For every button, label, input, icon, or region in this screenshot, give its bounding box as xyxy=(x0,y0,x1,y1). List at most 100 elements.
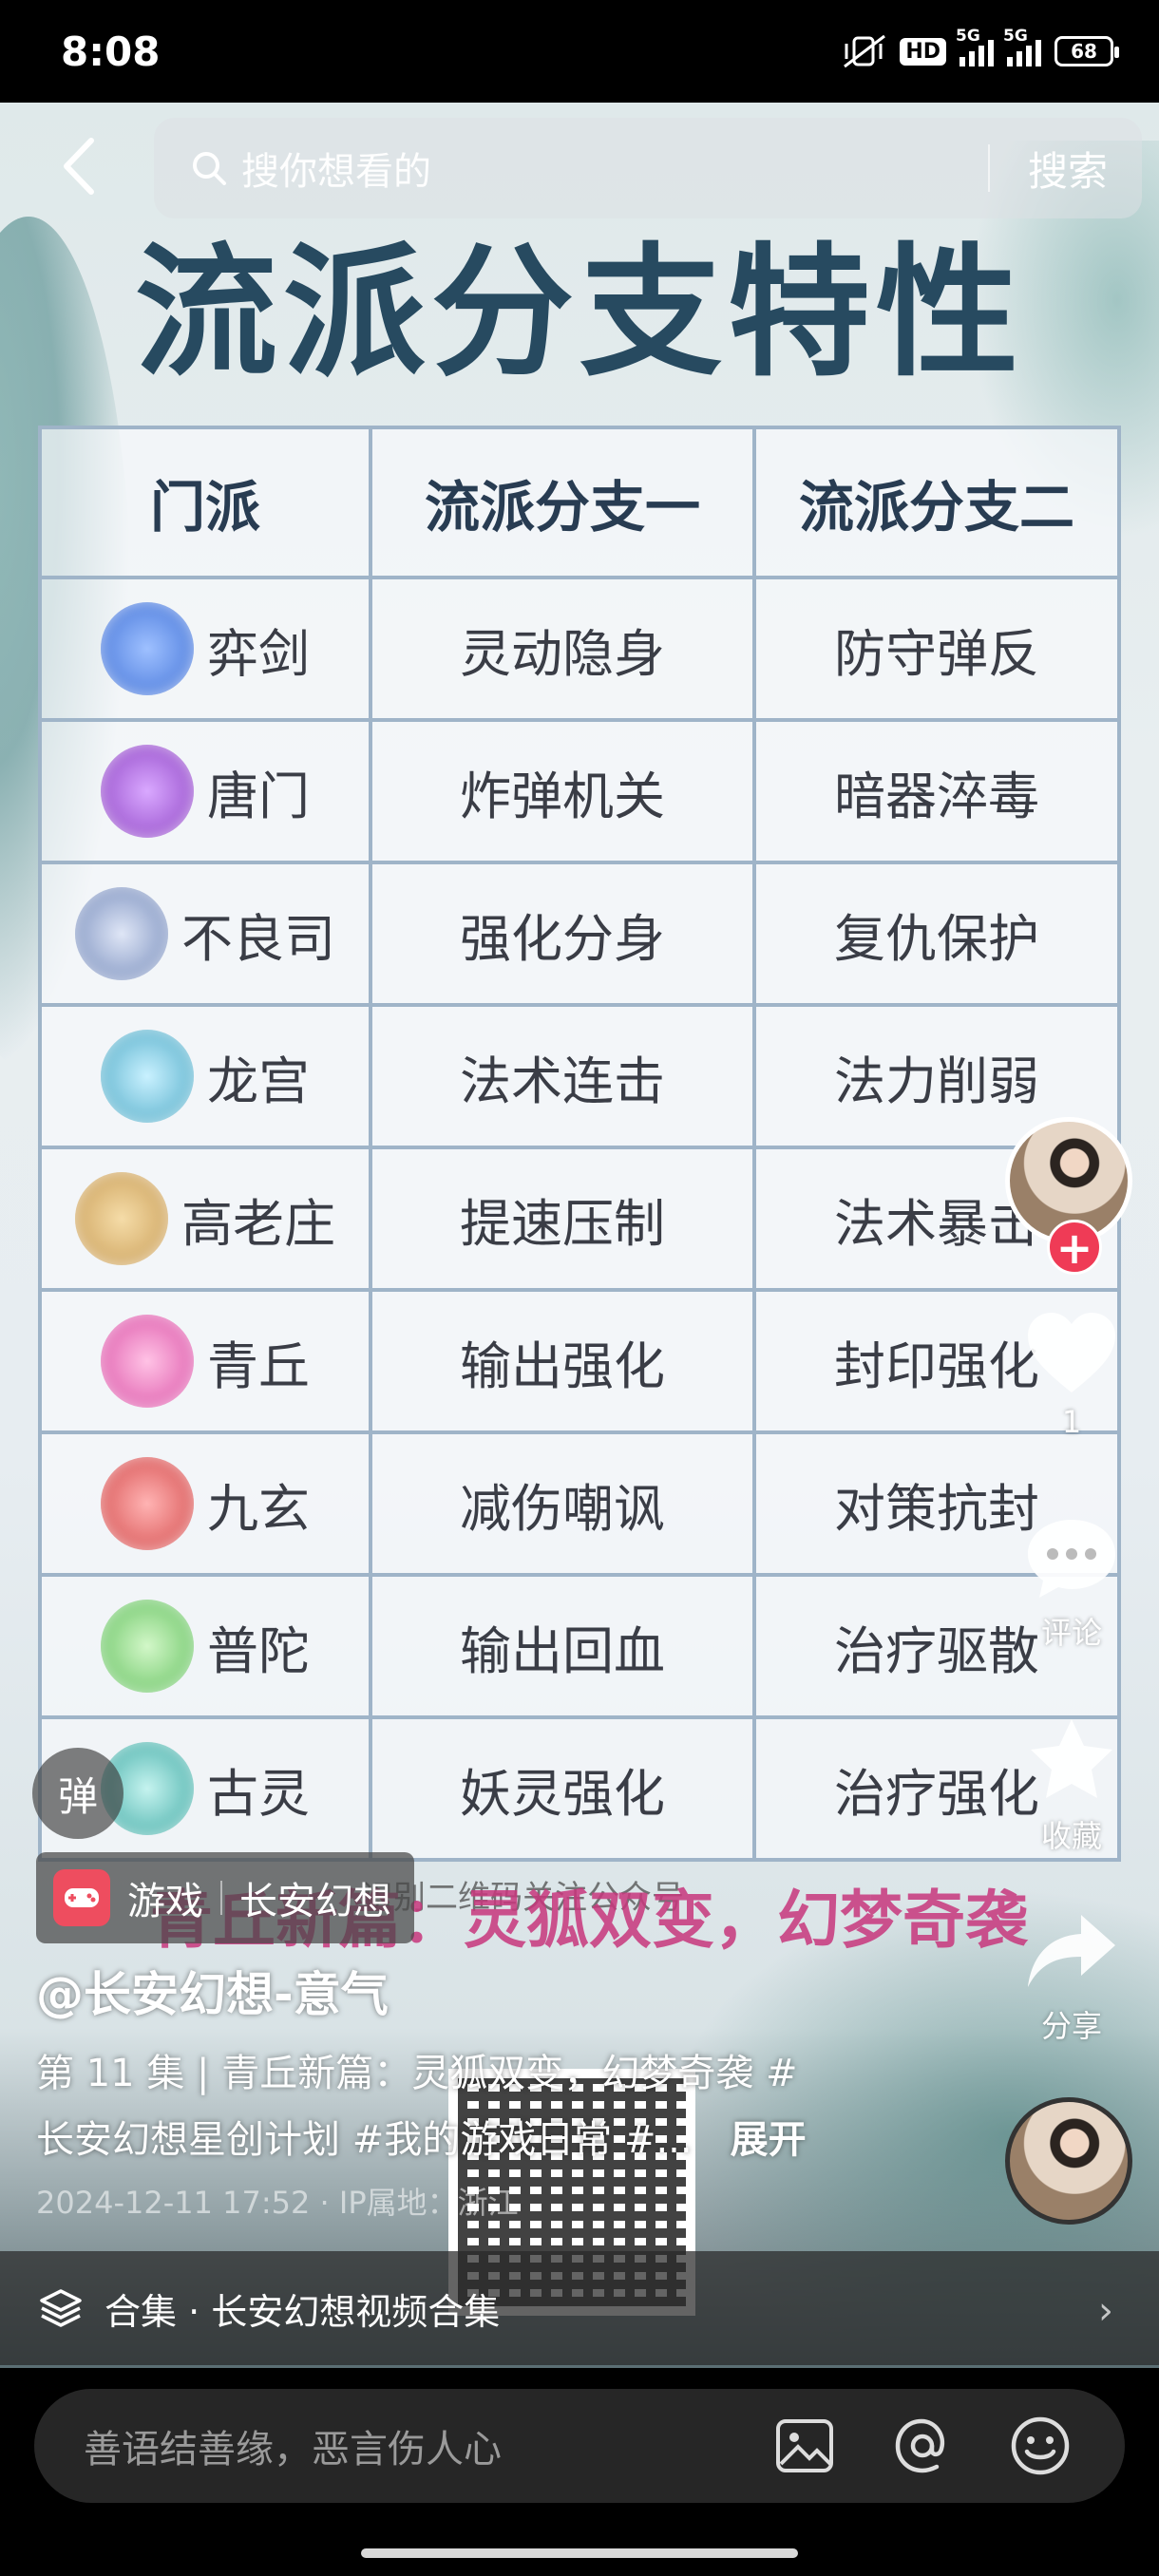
branch1-cell: 减伤嘲讽 xyxy=(369,1430,756,1577)
heart-icon xyxy=(1028,1313,1115,1392)
header-branch2: 流派分支二 xyxy=(752,426,1121,579)
table-row: 弈剑 灵动隐身 防守弹反 xyxy=(38,576,1121,722)
status-icons: HD 5G 5G 68 xyxy=(843,27,1119,68)
description-line-1: 第 11 集 | 青丘新篇：灵狐双变，幻梦奇袭 # xyxy=(36,2052,798,2095)
smiley-icon xyxy=(1011,2416,1070,2475)
expand-button[interactable]: 展开 xyxy=(731,2118,807,2162)
share-button[interactable]: 分享 xyxy=(1005,1909,1138,2046)
danmu-toggle-button[interactable]: 弹 xyxy=(32,1748,124,1839)
header-branch1: 流派分支一 xyxy=(369,426,756,579)
sect-emblem-icon xyxy=(101,1315,194,1408)
search-input[interactable]: 搜你想看的 xyxy=(241,141,988,196)
emoji-button[interactable] xyxy=(1007,2413,1074,2479)
table-row: 唐门 炸弹机关 暗器淬毒 xyxy=(38,718,1121,864)
mention-button[interactable] xyxy=(889,2413,956,2479)
sect-name: 唐门 xyxy=(207,766,310,826)
sect-emblem-icon xyxy=(101,745,194,838)
sect-emblem-icon xyxy=(101,1600,194,1693)
share-label: 分享 xyxy=(1040,2008,1102,2044)
table-row: 高老庄 提速压制 法术暴击 xyxy=(38,1146,1121,1292)
collection-label: 合集 · 长安幻想视频合集 xyxy=(104,2290,501,2333)
image-icon xyxy=(776,2419,833,2472)
home-indicator[interactable] xyxy=(361,2548,798,2558)
table-row: 龙宫 法术连击 法力削弱 xyxy=(38,1003,1121,1149)
favorite-button[interactable]: 收藏 xyxy=(1005,1715,1138,1856)
branch1-cell: 提速压制 xyxy=(369,1146,756,1292)
music-disc[interactable] xyxy=(1005,2097,1138,2225)
table-row: 九玄 减伤嘲讽 对策抗封 xyxy=(38,1430,1121,1577)
sect-emblem-icon xyxy=(101,1457,194,1550)
video-player[interactable]: 流派分支特性 门派 流派分支一 流派分支二 弈剑 灵动隐身 防守弹反 唐门 炸弹… xyxy=(0,103,1159,2368)
layers-icon xyxy=(40,2289,82,2327)
tag-category: 游戏 xyxy=(127,1880,203,1923)
sect-name: 九玄 xyxy=(207,1478,310,1539)
comment-label: 评论 xyxy=(1040,1615,1102,1651)
search-bar[interactable]: 搜你想看的 搜索 xyxy=(154,118,1142,218)
signal-icon-1: 5G xyxy=(956,27,994,66)
share-arrow-icon xyxy=(1028,1915,1115,1987)
image-picker-button[interactable] xyxy=(771,2413,838,2479)
branch1-cell: 炸弹机关 xyxy=(369,718,756,864)
description-line-2: 长安幻想星创计划 #我的游戏日常 #... xyxy=(36,2118,693,2162)
comment-input[interactable]: 善语结善缘，恶言伤人心 xyxy=(84,2418,771,2473)
follow-button[interactable]: + xyxy=(1047,1220,1102,1275)
table-row: 不良司 强化分身 复仇保护 xyxy=(38,861,1121,1007)
favorite-label: 收藏 xyxy=(1040,1818,1102,1854)
header-sect: 门派 xyxy=(38,426,372,579)
branch1-cell: 输出回血 xyxy=(369,1573,756,1719)
table-row: 古灵 妖灵强化 治疗强化 xyxy=(38,1715,1121,1862)
comment-button[interactable]: 评论 xyxy=(1005,1516,1138,1653)
chip-divider xyxy=(220,1881,222,1915)
comment-input-bar[interactable]: 善语结善缘，恶言伤人心 xyxy=(34,2389,1125,2503)
like-count: 1 xyxy=(1061,1404,1082,1440)
branch1-cell: 输出强化 xyxy=(369,1288,756,1434)
branch1-cell: 灵动隐身 xyxy=(369,576,756,722)
table-row: 青丘 输出强化 封印强化 xyxy=(38,1288,1121,1434)
table-row: 普陀 输出回血 治疗驱散 xyxy=(38,1573,1121,1719)
status-time: 8:08 xyxy=(61,28,161,75)
sect-emblem-icon xyxy=(75,887,168,980)
poster-title: 流派分支特性 xyxy=(134,231,1024,396)
star-icon xyxy=(1031,1719,1112,1798)
table-header-row: 门派 流派分支一 流派分支二 xyxy=(38,426,1121,579)
tag-game-name: 长安幻想 xyxy=(239,1880,391,1923)
back-button[interactable] xyxy=(49,133,106,199)
search-button[interactable]: 搜索 xyxy=(990,140,1142,198)
post-meta: 2024-12-11 17:52 · IP属地：浙江 xyxy=(36,2185,519,2221)
author-name[interactable]: @长安幻想-意气 xyxy=(36,1957,389,2025)
branch1-cell: 强化分身 xyxy=(369,861,756,1007)
branch1-cell: 妖灵强化 xyxy=(369,1715,756,1862)
collection-bar[interactable]: 合集 · 长安幻想视频合集 › xyxy=(0,2251,1159,2365)
back-arrow-icon xyxy=(64,138,94,195)
music-disc-avatar xyxy=(1005,2097,1132,2225)
sect-emblem-icon xyxy=(75,1172,168,1265)
branch2-cell: 复仇保护 xyxy=(752,861,1121,1007)
sect-name: 龙宫 xyxy=(207,1051,310,1111)
bottom-bar: 善语结善缘，恶言伤人心 xyxy=(0,2368,1159,2576)
video-description[interactable]: 第 11 集 | 青丘新篇：灵狐双变，幻梦奇袭 # 长安幻想星创计划 #我的游戏… xyxy=(36,2040,891,2173)
sect-emblem-icon xyxy=(101,1030,194,1123)
hd-badge: HD xyxy=(900,37,946,66)
branch1-cell: 法术连击 xyxy=(369,1003,756,1149)
sect-name: 普陀 xyxy=(207,1620,310,1681)
game-tag-chip[interactable]: 游戏 长安幻想 xyxy=(36,1852,414,1943)
like-button[interactable]: 1 xyxy=(1005,1311,1138,1440)
sect-emblem-icon xyxy=(101,602,194,695)
sect-name: 弈剑 xyxy=(207,623,310,684)
signal-icon-2: 5G xyxy=(1003,27,1041,66)
sect-name: 古灵 xyxy=(207,1763,310,1824)
branch-table: 门派 流派分支一 流派分支二 弈剑 灵动隐身 防守弹反 唐门 炸弹机关 暗器淬毒… xyxy=(38,426,1121,1862)
vibrate-mute-icon xyxy=(844,34,886,68)
sect-name: 高老庄 xyxy=(181,1193,335,1254)
creator-avatar-group[interactable]: + xyxy=(1005,1117,1138,1275)
branch2-cell: 暗器淬毒 xyxy=(752,718,1121,864)
sect-name: 不良司 xyxy=(181,908,335,969)
search-icon xyxy=(193,152,226,185)
chevron-right-icon: › xyxy=(1098,2289,1113,2333)
at-sign-icon xyxy=(895,2418,945,2473)
status-bar: 8:08 HD 5G 5G 68 xyxy=(0,0,1159,103)
battery-icon: 68 xyxy=(1054,36,1119,66)
branch2-cell: 防守弹反 xyxy=(752,576,1121,722)
sect-name: 青丘 xyxy=(207,1335,310,1396)
comment-icon xyxy=(1028,1520,1115,1598)
